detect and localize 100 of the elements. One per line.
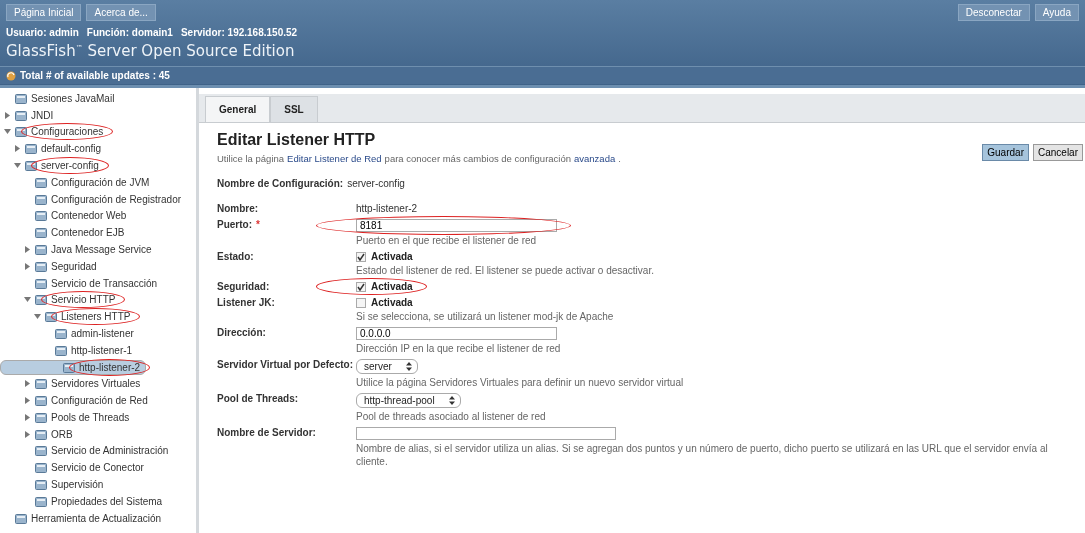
save-button[interactable]: Guardar	[982, 144, 1029, 161]
dropdown[interactable]: server	[356, 359, 418, 374]
expand-triangle-icon[interactable]	[4, 111, 11, 119]
checkmark-icon	[357, 252, 365, 261]
updown-arrows-icon	[405, 362, 412, 371]
tree-item[interactable]: Servidores Virtuales	[51, 378, 141, 390]
input-field[interactable]: 0.0.0.0	[356, 327, 557, 340]
node-icon	[35, 260, 47, 272]
tree-item[interactable]: Servicio de Transacción	[51, 277, 158, 289]
tree-item[interactable]: ORB	[51, 428, 73, 440]
updates-text[interactable]: Total # of available updates : 45	[20, 70, 170, 81]
field-label: Nombre:	[217, 203, 259, 214]
node-icon	[35, 394, 47, 406]
field-label: Seguridad:	[217, 281, 270, 292]
collapse-triangle-icon[interactable]	[24, 296, 31, 304]
node-icon	[35, 478, 47, 490]
page-title: Editar Listener HTTP	[217, 131, 377, 149]
node-icon	[35, 462, 47, 474]
collapse-triangle-icon[interactable]	[14, 162, 21, 170]
tree-item[interactable]: JNDI	[31, 109, 54, 121]
input-field[interactable]	[356, 427, 616, 440]
node-icon	[63, 362, 75, 374]
expand-triangle-icon[interactable]	[24, 430, 31, 438]
field-label: Nombre de Servidor:	[217, 427, 316, 438]
checkbox-label[interactable]: Activada	[371, 297, 413, 308]
node-icon	[55, 328, 67, 340]
node-icon	[35, 411, 47, 423]
tree-item[interactable]: Servicio de Administración	[51, 445, 169, 457]
tree-item[interactable]: Contenedor Web	[51, 210, 127, 222]
update-icon	[6, 70, 16, 81]
tab[interactable]: SSL	[270, 96, 318, 122]
checkbox-label[interactable]: Activada	[371, 281, 413, 292]
input-field[interactable]: 8181	[356, 219, 557, 232]
link[interactable]: avanzada	[574, 153, 616, 164]
tree-item[interactable]: http-listener-2	[79, 362, 141, 374]
node-icon	[35, 210, 47, 222]
tree-item[interactable]: Herramienta de Actualización	[31, 512, 162, 524]
node-icon	[35, 445, 47, 457]
checkbox[interactable]	[356, 281, 366, 292]
node-icon	[35, 176, 47, 188]
tree-item[interactable]: Java Message Service	[51, 244, 152, 256]
expand-triangle-icon[interactable]	[24, 380, 31, 388]
help-text: Utilice la página Servidores Virtuales para definir un nuevo servidor virtual	[356, 376, 684, 389]
node-icon	[15, 126, 27, 138]
tree-item[interactable]: default-config	[41, 143, 102, 155]
checkbox[interactable]	[356, 297, 366, 308]
field-label: Dirección:	[217, 327, 266, 338]
node-icon	[15, 109, 27, 121]
tree-item[interactable]: Configuración de Red	[51, 394, 148, 406]
tree-item[interactable]: Propiedades del Sistema	[51, 495, 163, 507]
node-icon	[35, 277, 47, 289]
help-text: Puerto en el que recibe el listener de red	[356, 234, 537, 247]
node-icon	[35, 495, 47, 507]
node-icon	[25, 143, 37, 155]
help-text: Nombre de alias, si el servidor utiliza un alias. Si se agregan dos puntos y un número de puerto, dicho puerto se utilizará en las URL que el servidor envía al cliente.	[356, 442, 1049, 468]
tree-item[interactable]: Servicio de Conector	[51, 462, 144, 474]
collapse-triangle-icon[interactable]	[34, 313, 41, 321]
tree-item[interactable]: admin-listener	[71, 328, 134, 340]
field-label: Servidor Virtual por Defecto:	[217, 359, 353, 370]
user-info-text: Usuario: admin	[6, 27, 79, 38]
tree-item[interactable]: Configuración de Registrador	[51, 193, 182, 205]
expand-triangle-icon[interactable]	[24, 413, 31, 421]
checkbox-label[interactable]: Activada	[371, 251, 413, 262]
field-label: Listener JK:	[217, 297, 275, 308]
expand-triangle-icon[interactable]	[24, 246, 31, 254]
node-icon	[35, 227, 47, 239]
field-label: Pool de Threads:	[217, 393, 299, 404]
description-text: para conocer más cambios de configuración	[384, 153, 571, 164]
tree-item[interactable]: Configuración de JVM	[51, 176, 150, 188]
checkmark-icon	[357, 282, 365, 291]
dropdown[interactable]: http-thread-pool	[356, 393, 461, 408]
tree-item[interactable]: server-config	[41, 160, 99, 172]
node-icon	[15, 92, 27, 104]
expand-triangle-icon[interactable]	[24, 262, 31, 270]
collapse-triangle-icon[interactable]	[4, 128, 11, 136]
field-label: Estado:	[217, 251, 254, 262]
expand-triangle-icon[interactable]	[24, 396, 31, 404]
tree-item[interactable]: Contenedor EJB	[51, 227, 125, 239]
tree-item[interactable]: Seguridad	[51, 260, 97, 272]
tree-item[interactable]: Pools de Threads	[51, 411, 130, 423]
tree-item[interactable]: Supervisión	[51, 478, 104, 490]
tree-item[interactable]: Listeners HTTP	[61, 311, 131, 323]
checkbox[interactable]	[356, 251, 366, 262]
node-icon	[55, 344, 67, 356]
tree-item[interactable]: Configuraciones	[31, 126, 104, 138]
node-icon	[15, 512, 27, 524]
tree-item[interactable]: Servicio HTTP	[51, 294, 116, 306]
node-icon	[35, 378, 47, 390]
tab[interactable]: General	[205, 96, 271, 122]
description-text: .	[618, 153, 621, 164]
tree-item[interactable]: Sesiones JavaMail	[31, 92, 115, 104]
expand-triangle-icon[interactable]	[14, 145, 21, 153]
field-label: Nombre de Configuración:	[217, 178, 344, 189]
cancel-button[interactable]: Cancelar	[1032, 144, 1083, 161]
tree-item[interactable]: http-listener-1	[71, 344, 133, 356]
updown-arrows-icon	[448, 396, 455, 405]
link[interactable]: Editar Listener de Red	[287, 153, 382, 164]
node-icon	[45, 311, 57, 323]
field-label: Puerto:	[217, 219, 252, 230]
help-text: Dirección IP en la que recibe el listener de red	[356, 342, 561, 355]
